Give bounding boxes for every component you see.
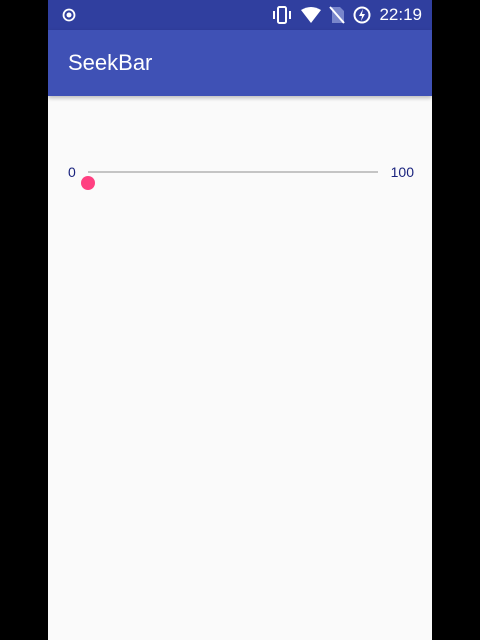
sync-circle-icon (62, 8, 76, 22)
status-bar: 22:19 (48, 0, 432, 30)
seekbar-max-label: 100 (390, 164, 414, 180)
status-icons: 22:19 (271, 5, 422, 25)
phone-screen: 22:19 SeekBar 0 100 (48, 0, 432, 640)
wifi-icon (301, 7, 322, 23)
main-content: 0 100 (48, 96, 432, 640)
seekbar-row: 0 100 (48, 160, 432, 190)
seekbar-min-label: 0 (68, 164, 76, 180)
vibrate-icon (273, 6, 292, 24)
seekbar-thumb[interactable] (81, 176, 95, 190)
battery-charging-icon (353, 6, 371, 24)
app-bar: SeekBar (48, 30, 432, 96)
no-sim-icon (329, 6, 346, 24)
seekbar-track[interactable] (81, 171, 378, 190)
app-title: SeekBar (68, 50, 153, 75)
clock-time: 22:19 (379, 5, 422, 24)
